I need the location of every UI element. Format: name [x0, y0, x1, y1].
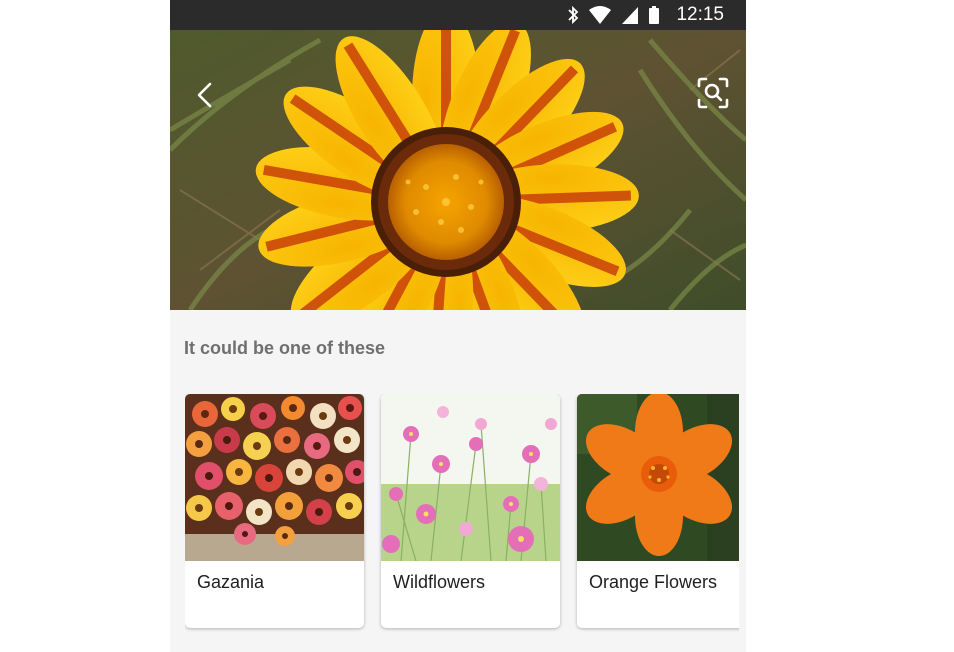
lens-search-icon — [697, 77, 729, 109]
chevron-left-icon — [197, 82, 212, 108]
wifi-icon — [589, 6, 612, 24]
results-sheet: It could be one of these Gazania Wildflo… — [170, 310, 746, 652]
phone-screen: 12:15 It could be one of these Gazania W… — [170, 0, 746, 652]
results-title: It could be one of these — [184, 338, 386, 358]
results-carousel[interactable]: Gazania Wildflowers Orange Flowers — [185, 394, 739, 634]
result-label-wildflowers: Wildflowers — [393, 572, 486, 592]
lens-search-button[interactable] — [696, 76, 730, 110]
result-card-gazania[interactable]: Gazania — [185, 394, 364, 628]
result-label-orange-flowers: Orange Flowers — [589, 572, 718, 592]
flower-photo — [170, 30, 746, 310]
status-time: 12:15 — [676, 4, 724, 25]
gazania-thumbnail — [185, 394, 364, 561]
back-button[interactable] — [188, 78, 222, 112]
result-card-wildflowers[interactable]: Wildflowers — [381, 394, 560, 628]
hero-image — [170, 30, 746, 310]
status-icons: 12:15 — [566, 0, 724, 30]
orange-flowers-thumbnail — [577, 394, 739, 561]
result-card-orange-flowers[interactable]: Orange Flowers — [577, 394, 739, 628]
wildflowers-thumbnail — [381, 394, 560, 561]
signal-icon — [622, 7, 639, 24]
status-bar: 12:15 — [170, 0, 746, 30]
bluetooth-icon — [568, 5, 579, 25]
battery-icon — [649, 6, 660, 24]
result-label-gazania: Gazania — [197, 572, 265, 592]
